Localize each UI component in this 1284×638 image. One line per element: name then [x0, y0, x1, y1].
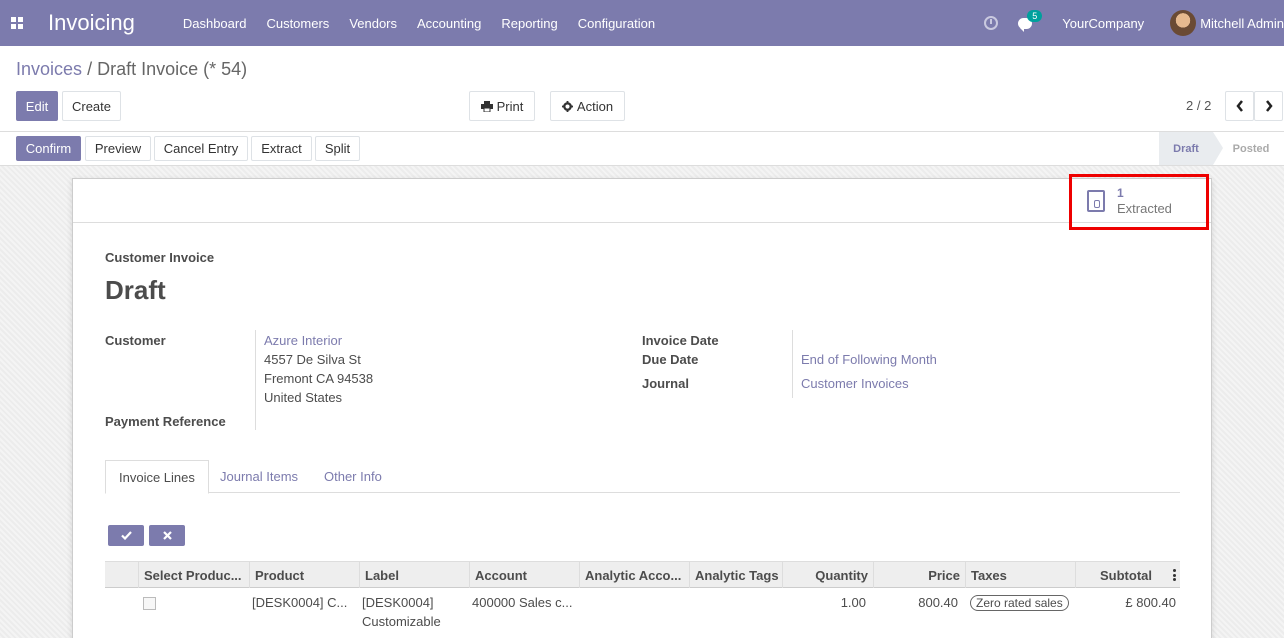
address-line-1: 4557 De Silva St	[264, 352, 361, 367]
discard-line-button[interactable]	[149, 525, 185, 546]
stage-posted: Posted	[1232, 142, 1270, 155]
company-switcher[interactable]: YourCompany	[1062, 16, 1144, 31]
column-options-icon[interactable]	[1173, 569, 1176, 581]
confirm-button[interactable]: Confirm	[16, 136, 81, 161]
print-label: Print	[496, 98, 524, 114]
extracted-stat: 1 Extracted	[1117, 186, 1172, 216]
preview-button[interactable]: Preview	[85, 136, 151, 161]
action-button[interactable]: Action	[550, 91, 625, 121]
col-subtotal[interactable]: Subtotal	[1075, 562, 1180, 588]
action-label: Action	[576, 98, 614, 114]
menu-vendors[interactable]: Vendors	[349, 16, 397, 31]
table-header: Select Produc... Product Label Account A…	[105, 561, 1180, 588]
customer-label: Customer	[105, 333, 166, 348]
chevron-right-icon	[1265, 100, 1273, 112]
pager-next-button[interactable]	[1254, 91, 1283, 121]
menu-customers[interactable]: Customers	[266, 16, 329, 31]
customer-field[interactable]: Azure Interior	[264, 333, 342, 348]
col-analytic-tags[interactable]: Analytic Tags	[689, 562, 782, 588]
breadcrumb-separator: /	[87, 59, 93, 79]
menu-reporting[interactable]: Reporting	[501, 16, 557, 31]
col-taxes[interactable]: Taxes	[965, 562, 1075, 588]
menu-dashboard[interactable]: Dashboard	[183, 16, 247, 31]
journal-field[interactable]: Customer Invoices	[801, 376, 909, 391]
clock-icon[interactable]	[984, 16, 999, 30]
cell-account[interactable]: 400000 Sales c...	[467, 593, 577, 612]
stage-draft: Draft	[1159, 132, 1223, 165]
col-analytic-account[interactable]: Analytic Acco...	[579, 562, 689, 588]
avatar[interactable]	[1170, 10, 1197, 36]
field-separator	[792, 330, 793, 398]
cell-taxes[interactable]: Zero rated sales	[965, 593, 1075, 612]
app-name[interactable]: Invoicing	[48, 10, 135, 36]
col-select-product[interactable]: Select Produc...	[138, 562, 249, 588]
close-icon	[162, 531, 172, 540]
document-type: Customer Invoice	[105, 250, 215, 265]
gear-icon	[561, 100, 573, 112]
top-navbar: Invoicing Dashboard Customers Vendors Ac…	[0, 0, 1284, 46]
smart-button-box: 1 Extracted	[73, 174, 1211, 230]
menu-accounting[interactable]: Accounting	[417, 16, 481, 31]
payment-reference-label: Payment Reference	[105, 414, 226, 429]
print-button[interactable]: Print	[469, 91, 535, 121]
main-menu: Dashboard Customers Vendors Accounting R…	[183, 16, 675, 31]
due-date-field[interactable]: End of Following Month	[801, 352, 937, 367]
cell-price[interactable]: 800.40	[871, 593, 963, 612]
breadcrumb: Invoices / Draft Invoice (* 54)	[16, 59, 247, 80]
row-select-checkbox[interactable]	[143, 597, 156, 610]
cell-subtotal: £ 800.40	[1125, 595, 1176, 610]
control-panel: Invoices / Draft Invoice (* 54) Edit Cre…	[0, 46, 1284, 132]
pager-value[interactable]: 2 / 2	[1186, 98, 1211, 113]
extracted-label: Extracted	[1117, 201, 1172, 216]
messages-badge: 5	[1027, 9, 1043, 22]
create-button[interactable]: Create	[62, 91, 121, 121]
col-account[interactable]: Account	[469, 562, 579, 588]
col-label[interactable]: Label	[359, 562, 469, 588]
chevron-left-icon	[1235, 100, 1243, 112]
breadcrumb-current: Draft Invoice (* 54)	[97, 59, 248, 79]
extract-button[interactable]: Extract	[251, 136, 312, 161]
tab-other-info[interactable]: Other Info	[311, 460, 395, 493]
breadcrumb-invoices[interactable]: Invoices	[16, 59, 82, 79]
form-sheet: 1 Extracted Customer Invoice Draft Custo…	[72, 174, 1212, 638]
address-line-3: United States	[264, 390, 343, 405]
status-bar: Confirm Preview Cancel Entry Extract Spl…	[0, 132, 1284, 166]
menu-configuration[interactable]: Configuration	[578, 16, 655, 31]
split-button[interactable]: Split	[315, 136, 360, 161]
navbar-right: 5 YourCompany Mitchell Admin	[984, 9, 1284, 36]
check-icon	[120, 531, 132, 540]
invoice-date-label: Invoice Date	[642, 333, 719, 348]
notebook-tabs: Invoice Lines Journal Items Other Info	[105, 460, 1180, 494]
save-line-button[interactable]	[108, 525, 144, 546]
messages-button[interactable]: 5	[1018, 9, 1043, 32]
tax-tag: Zero rated sales	[970, 595, 1069, 611]
cell-product[interactable]: [DESK0004] C...	[247, 593, 357, 612]
tab-invoice-lines[interactable]: Invoice Lines	[105, 460, 209, 494]
tab-journal-items[interactable]: Journal Items	[207, 460, 311, 493]
zip-file-icon	[1087, 190, 1105, 212]
extracted-count: 1	[1117, 186, 1124, 200]
document-name: Draft	[105, 275, 166, 305]
cell-label[interactable]: [DESK0004] Customizable Desk (CONFIG)	[357, 593, 467, 633]
user-menu[interactable]: Mitchell Admin	[1200, 16, 1284, 31]
apps-grid-icon[interactable]	[2, 0, 32, 46]
journal-label: Journal	[642, 376, 689, 391]
due-date-label: Due Date	[642, 352, 699, 367]
address-line-2: Fremont CA 94538	[264, 371, 374, 386]
pager-previous-button[interactable]	[1225, 91, 1254, 121]
printer-icon	[480, 100, 493, 112]
col-quantity[interactable]: Quantity	[782, 562, 873, 588]
cancel-entry-button[interactable]: Cancel Entry	[154, 136, 248, 161]
extracted-smart-button[interactable]: 1 Extracted	[1073, 179, 1203, 223]
col-product[interactable]: Product	[249, 562, 359, 588]
col-price[interactable]: Price	[873, 562, 965, 588]
field-separator	[255, 330, 256, 430]
edit-button[interactable]: Edit	[16, 91, 58, 121]
cell-quantity[interactable]: 1.00	[780, 593, 871, 612]
